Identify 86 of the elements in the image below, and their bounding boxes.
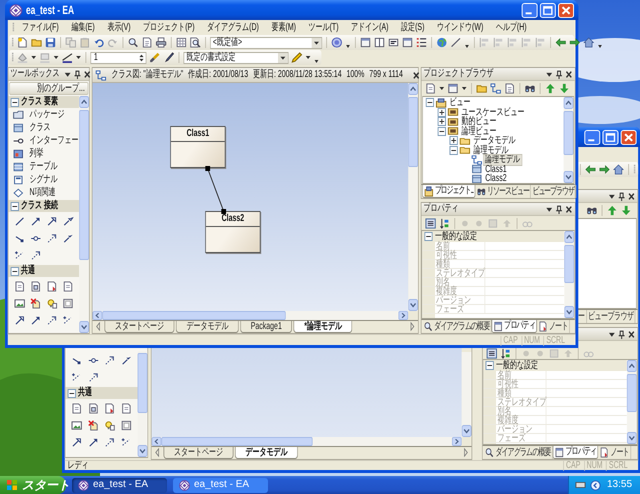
section-header[interactable]: 共通 xyxy=(8,265,80,277)
section-header[interactable]: クラス 接続 xyxy=(8,200,80,212)
taskbar-button[interactable]: ea_test - EA xyxy=(72,478,167,492)
panel-tab[interactable]: ビューブラウザ xyxy=(586,310,636,323)
taskbar-button[interactable]: ea_test - EA xyxy=(173,478,268,492)
document-tab[interactable]: データモデル xyxy=(234,447,298,459)
property-name: フェーズ xyxy=(496,434,546,442)
property-name: バージョン xyxy=(434,296,486,304)
tree-item[interactable]: データモデル xyxy=(472,136,517,146)
property-name: ステレオタイプ xyxy=(496,398,546,406)
menu-item[interactable]: 設定(S) xyxy=(395,22,430,32)
diagram-info: クラス図: "論理モデル" xyxy=(111,70,184,80)
panel-tab[interactable]: プロパティ xyxy=(492,320,538,333)
property-name: 種類 xyxy=(496,389,546,397)
document-tab[interactable]: *論理モデル xyxy=(294,321,352,333)
menu-item[interactable]: プロジェクト(P) xyxy=(138,22,200,32)
document-tab[interactable]: スタートページ xyxy=(104,321,174,333)
menu-item[interactable]: ウインドウ(W) xyxy=(431,22,489,32)
toolbox-item[interactable]: クラス xyxy=(8,122,80,134)
diagram-info: 799 x 1114 xyxy=(369,70,403,80)
clock: 13:55 xyxy=(607,480,632,490)
tree-item[interactable]: 動的ビュー xyxy=(460,117,498,126)
status-indicator: SCRL xyxy=(544,336,568,346)
property-name: 名前 xyxy=(434,242,486,250)
menu-item[interactable]: 要素(M) xyxy=(266,22,302,32)
menu-item[interactable]: ツール(T) xyxy=(303,22,344,32)
property-name: フェーズ xyxy=(434,305,486,313)
property-name: 別名 xyxy=(434,278,486,286)
property-name: ステレオタイプ xyxy=(434,269,486,277)
line-width-spinner[interactable]: 1 xyxy=(90,52,146,64)
property-name: 別名 xyxy=(496,407,546,415)
property-name: 複雑度 xyxy=(434,287,486,295)
document-tab[interactable]: スタートページ xyxy=(164,447,234,459)
tree-item[interactable]: ユースケースビュー xyxy=(460,108,526,117)
panel-tab[interactable]: ノート xyxy=(598,446,631,459)
status-indicator: NUM xyxy=(521,336,542,346)
document-tab[interactable]: Package1 xyxy=(240,321,292,333)
property-name: 種類 xyxy=(434,260,486,268)
tree-item[interactable]: ビュー xyxy=(448,98,472,108)
class-element[interactable]: Class1 xyxy=(170,126,226,168)
panel-tab[interactable]: ダイアグラムの概要 xyxy=(483,446,553,459)
menu-item[interactable]: 編集(E) xyxy=(66,22,100,32)
style-dropdown[interactable]: <既定値> xyxy=(210,36,322,48)
property-name: 複雑度 xyxy=(496,416,546,424)
menu-item[interactable]: 表示(V) xyxy=(102,22,136,32)
status-indicator: CAP xyxy=(563,461,582,471)
document-tab[interactable]: データモデル xyxy=(176,321,239,333)
panel-title: プロジェクトブラウザ xyxy=(424,69,494,79)
toolbox-item[interactable]: シグナル xyxy=(8,174,80,186)
toolbox-item[interactable]: パッケージ xyxy=(8,109,80,121)
panel-tab[interactable]: プロパティ xyxy=(552,446,598,459)
toolbox-item[interactable]: テーブル xyxy=(8,161,80,173)
property-name: バージョン xyxy=(496,425,546,433)
panel-title: プロパティ xyxy=(424,204,459,214)
menu-item[interactable]: アドイン(A) xyxy=(346,22,394,32)
window-title: ea_test - EA xyxy=(26,4,74,16)
status-indicator: SCRL xyxy=(606,461,630,471)
class-name: Class1 xyxy=(170,127,225,142)
tree-item[interactable]: Class1 xyxy=(484,164,508,174)
property-name: 可視性 xyxy=(496,380,546,388)
panel-tab[interactable]: プロジェクト... xyxy=(422,185,476,198)
section-header[interactable]: 共通 xyxy=(66,387,138,399)
property-name: 名前 xyxy=(496,371,546,379)
tree-item[interactable]: 論理モデル xyxy=(472,146,510,155)
menu-item[interactable]: ダイアグラム(D) xyxy=(202,22,264,32)
status-indicator: NUM xyxy=(584,461,605,471)
panel-title: ツールボックス xyxy=(10,69,60,79)
diagram-info: 作成日: 2001/08/13 xyxy=(188,70,248,80)
toolbox-item[interactable]: 列挙 xyxy=(8,148,80,160)
menu-item[interactable]: ヘルプ(H) xyxy=(490,22,532,32)
tree-item[interactable]: Class2 xyxy=(484,174,508,183)
panel-tab[interactable]: ビューブラウザ xyxy=(530,185,576,198)
panel-tab[interactable]: ノート xyxy=(537,320,570,333)
diagram-info: 100% xyxy=(346,70,364,80)
toolbox-item[interactable]: N項関連 xyxy=(8,187,80,199)
property-name: 可視性 xyxy=(434,251,486,259)
toolbox-item[interactable]: インターフェー xyxy=(8,135,80,147)
group-button[interactable]: 別のグループ... xyxy=(9,82,88,95)
menu-item[interactable]: ファイル(F) xyxy=(16,22,64,32)
tree-item[interactable]: 論理ビュー xyxy=(460,126,498,136)
class-element[interactable]: Class2 xyxy=(205,211,260,253)
format-dropdown[interactable]: 既定の書式設定 xyxy=(184,52,288,64)
status-message: レディ xyxy=(68,461,89,471)
status-indicator: CAP xyxy=(500,336,520,346)
panel-tab[interactable]: リソースビュー xyxy=(475,185,531,198)
diagram-info: 更新日: 2008/11/28 13:55:14 xyxy=(252,70,342,80)
